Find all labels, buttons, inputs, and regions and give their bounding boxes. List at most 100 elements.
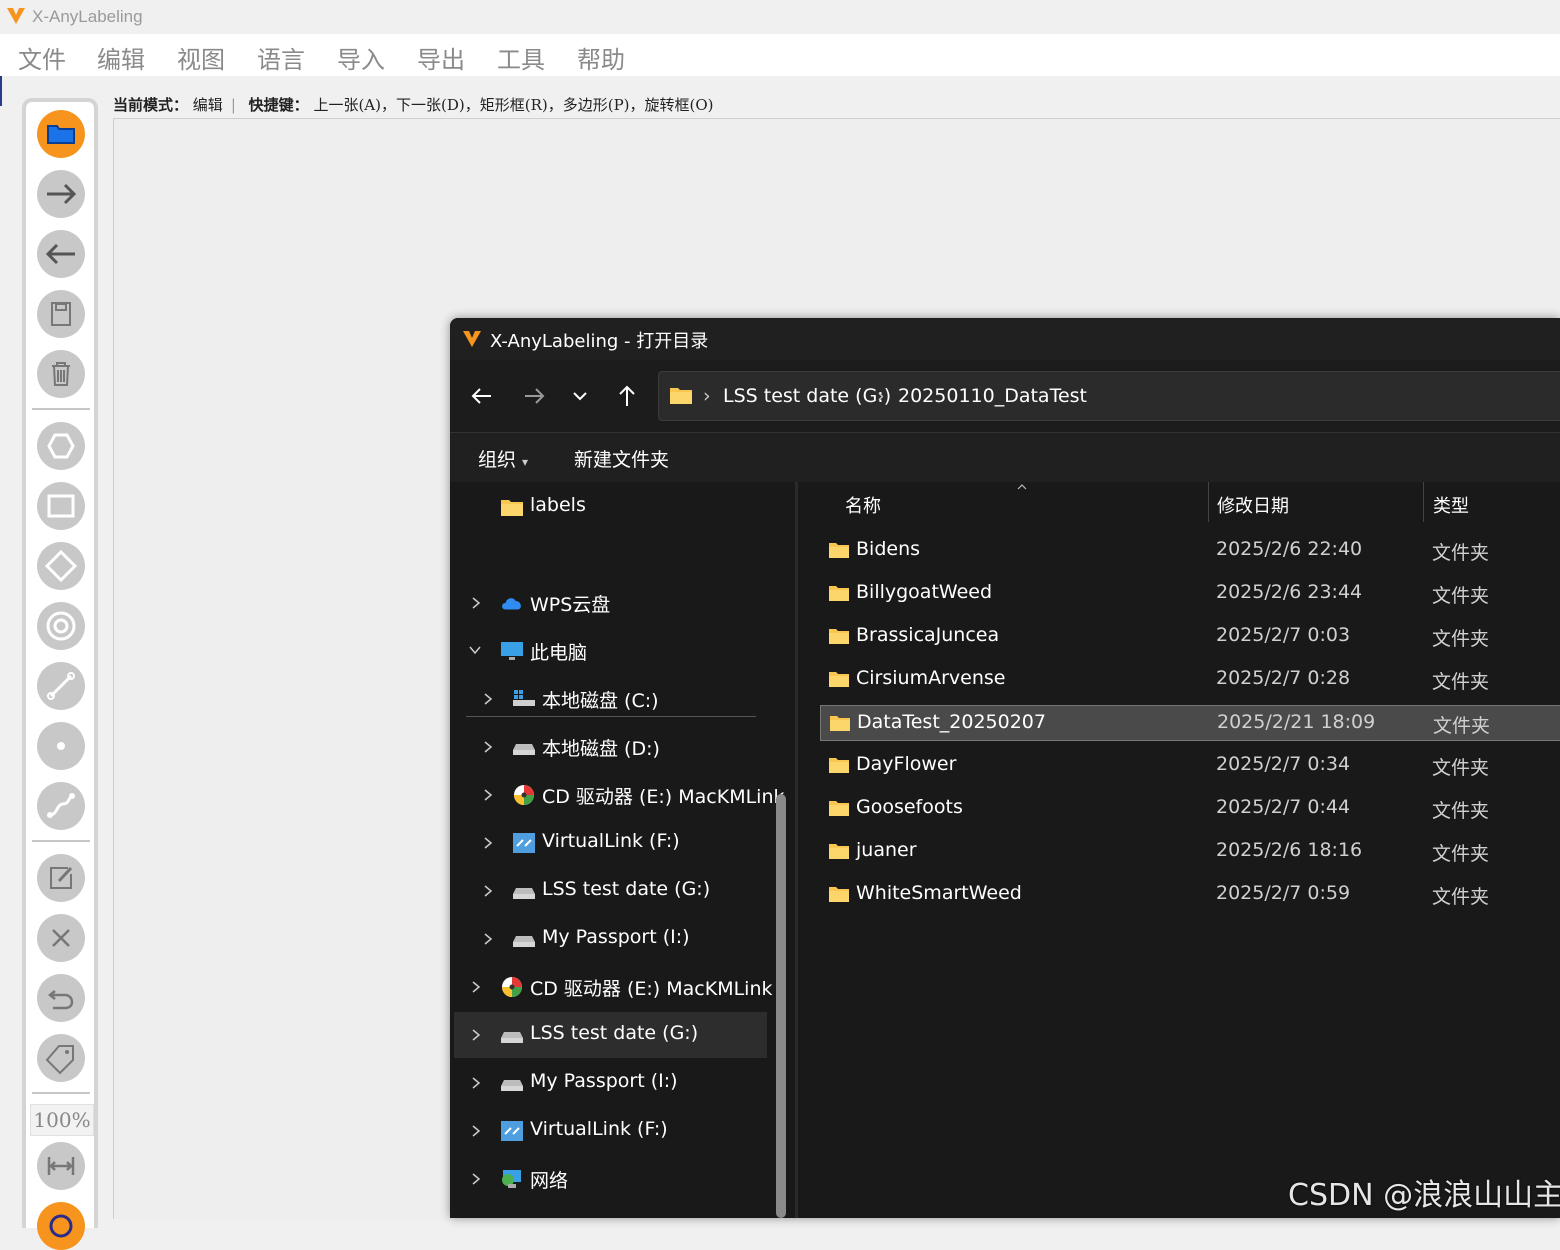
address-bar[interactable]: › LSS test date (G:) › 20250110_DataTest [658, 371, 1560, 421]
nav-item-virtuallink-f[interactable]: VirtualLink (F:) [454, 820, 767, 866]
window-edge [0, 76, 2, 106]
file-list[interactable]: 名称 修改日期 类型 Bidens 2025/2/6 22:40 文件夹 Bil… [798, 482, 1560, 1218]
file-row[interactable]: BrassicaJuncea 2025/2/7 0:03 文件夹 [820, 619, 1560, 655]
rotation-icon[interactable] [37, 542, 85, 590]
chevron-right-icon [484, 933, 493, 945]
nav-item-my-passport-i[interactable]: My Passport (I:) [454, 916, 767, 962]
dialog-navbar: › LSS test date (G:) › 20250110_DataTest [450, 360, 1560, 432]
nav-item-drive-g[interactable]: LSS test date (G:) [454, 868, 767, 914]
toolbar-divider [32, 1092, 90, 1094]
mode-value: 编辑 [192, 96, 223, 114]
breadcrumb-folder[interactable]: 20250110_DataTest [898, 385, 1087, 407]
column-header-type[interactable]: 类型 [1433, 492, 1469, 518]
folder-icon [829, 758, 849, 773]
menu-edit[interactable]: 编辑 [97, 40, 145, 75]
nav-item-label: 本地磁盘 (C:) [542, 690, 659, 712]
file-date: 2025/2/6 22:40 [1216, 538, 1363, 560]
nav-item-this-pc[interactable]: 此电脑 [454, 628, 767, 674]
fit-width-icon[interactable] [37, 1142, 85, 1190]
delete-icon[interactable] [37, 350, 85, 398]
menu-export[interactable]: 导出 [417, 40, 465, 75]
breadcrumb-drive[interactable]: LSS test date (G:) [723, 385, 891, 407]
nav-item-virtuallink-root[interactable]: VirtualLink (F:) [454, 1108, 767, 1154]
file-row[interactable]: BillygoatWeed 2025/2/6 23:44 文件夹 [820, 576, 1560, 612]
nav-item-drive-c[interactable]: 本地磁盘 (C:) [454, 676, 767, 722]
prev-image-icon[interactable] [37, 230, 85, 278]
file-type: 文件夹 [1432, 800, 1490, 822]
circle-icon[interactable] [37, 602, 85, 650]
chevron-right-icon [484, 885, 493, 897]
tool-bar: 100% [22, 98, 98, 1250]
file-row[interactable]: WhiteSmartWeed 2025/2/7 0:59 文件夹 [820, 877, 1560, 913]
file-row[interactable]: Goosefoots 2025/2/7 0:44 文件夹 [820, 791, 1560, 827]
nav-item-wps-cloud[interactable]: WPS云盘 [454, 580, 767, 626]
recent-chevron-down-icon[interactable] [562, 378, 598, 414]
nav-item-label: LSS test date (G:) [530, 1022, 699, 1044]
open-dir-icon[interactable] [37, 110, 85, 158]
nav-item-my-passport-root[interactable]: My Passport (I:) [454, 1060, 767, 1106]
column-header-modified[interactable]: 修改日期 [1217, 492, 1289, 518]
navpane-scrollbar[interactable] [776, 794, 786, 1218]
nav-item-label: 此电脑 [530, 642, 588, 664]
zoom-level[interactable]: 100% [30, 1104, 94, 1136]
nav-item-network[interactable]: 网络 [454, 1156, 767, 1202]
nav-item-label: VirtualLink (F:) [542, 830, 680, 852]
file-row[interactable]: CirsiumArvense 2025/2/7 0:28 文件夹 [820, 662, 1560, 698]
point-icon[interactable] [37, 722, 85, 770]
file-row[interactable]: Bidens 2025/2/6 22:40 文件夹 [820, 533, 1560, 569]
undo-icon[interactable] [37, 974, 85, 1022]
menu-file[interactable]: 文件 [18, 40, 66, 75]
back-arrow-icon[interactable] [464, 378, 500, 414]
folder-icon [829, 586, 849, 601]
linestrip-icon[interactable] [37, 782, 85, 830]
up-arrow-icon[interactable] [609, 378, 645, 414]
cloud-icon [502, 598, 521, 610]
network-drive-icon [501, 1121, 523, 1141]
rectangle-icon[interactable] [37, 482, 85, 530]
nav-item-label: labels [530, 494, 586, 516]
polygon-icon[interactable] [37, 422, 85, 470]
new-folder-button[interactable]: 新建文件夹 [574, 445, 669, 472]
sort-ascending-icon [1017, 484, 1027, 490]
file-row[interactable]: DayFlower 2025/2/7 0:34 文件夹 [820, 748, 1560, 784]
nav-item-label: My Passport (I:) [530, 1070, 678, 1092]
nav-item-cd-drive-e-root[interactable]: CD 驱动器 (E:) MacKMLink [454, 964, 773, 1010]
navigation-pane[interactable]: labels WPS云盘 此电脑 本地磁盘 (C:) 本地磁盘 (D:) CD … [450, 482, 795, 1218]
file-date: 2025/2/21 18:09 [1217, 711, 1376, 733]
next-image-icon[interactable] [37, 170, 85, 218]
file-row-selected[interactable]: DataTest_20250207 2025/2/21 18:09 文件夹 [820, 705, 1560, 741]
drive-icon [513, 744, 535, 755]
nav-item-drive-d[interactable]: 本地磁盘 (D:) [454, 724, 767, 770]
windows-drive-icon [513, 690, 535, 706]
organize-label: 组织 [478, 449, 517, 471]
menu-import[interactable]: 导入 [337, 40, 385, 75]
nav-item-label: LSS test date (G:) [542, 878, 711, 900]
nav-item-cd-drive-e[interactable]: CD 驱动器 (E:) MacKMLink [454, 772, 785, 818]
menu-help[interactable]: 帮助 [577, 40, 625, 75]
file-row[interactable]: juaner 2025/2/6 18:16 文件夹 [820, 834, 1560, 870]
label-icon[interactable] [37, 1034, 85, 1082]
folder-icon [829, 543, 849, 558]
forward-arrow-icon[interactable] [516, 378, 552, 414]
column-header-name[interactable]: 名称 [845, 492, 881, 518]
column-divider[interactable] [1208, 482, 1209, 522]
nav-item-labels[interactable]: labels [454, 484, 767, 530]
organize-button[interactable]: 组织 ▾ [478, 445, 528, 472]
line-icon[interactable] [37, 662, 85, 710]
menu-language[interactable]: 语言 [257, 40, 305, 75]
menu-view[interactable]: 视图 [177, 40, 225, 75]
shortcut-label: 快捷键： [248, 96, 309, 114]
app-title: X-AnyLabeling [32, 7, 143, 26]
nav-item-drive-g-root[interactable]: LSS test date (G:) [454, 1012, 767, 1058]
menu-tools[interactable]: 工具 [497, 40, 545, 75]
app-titlebar: X-AnyLabeling [0, 0, 1560, 34]
chevron-right-icon [472, 1125, 481, 1137]
close-icon[interactable] [37, 914, 85, 962]
save-icon[interactable] [37, 290, 85, 338]
edit-icon[interactable] [37, 854, 85, 902]
auto-label-icon[interactable] [37, 1202, 85, 1250]
file-type: 文件夹 [1432, 628, 1490, 650]
column-divider[interactable] [1423, 482, 1424, 522]
toolbar-divider [32, 408, 90, 410]
dialog-titlebar: X-AnyLabeling - 打开目录 [450, 318, 1560, 360]
